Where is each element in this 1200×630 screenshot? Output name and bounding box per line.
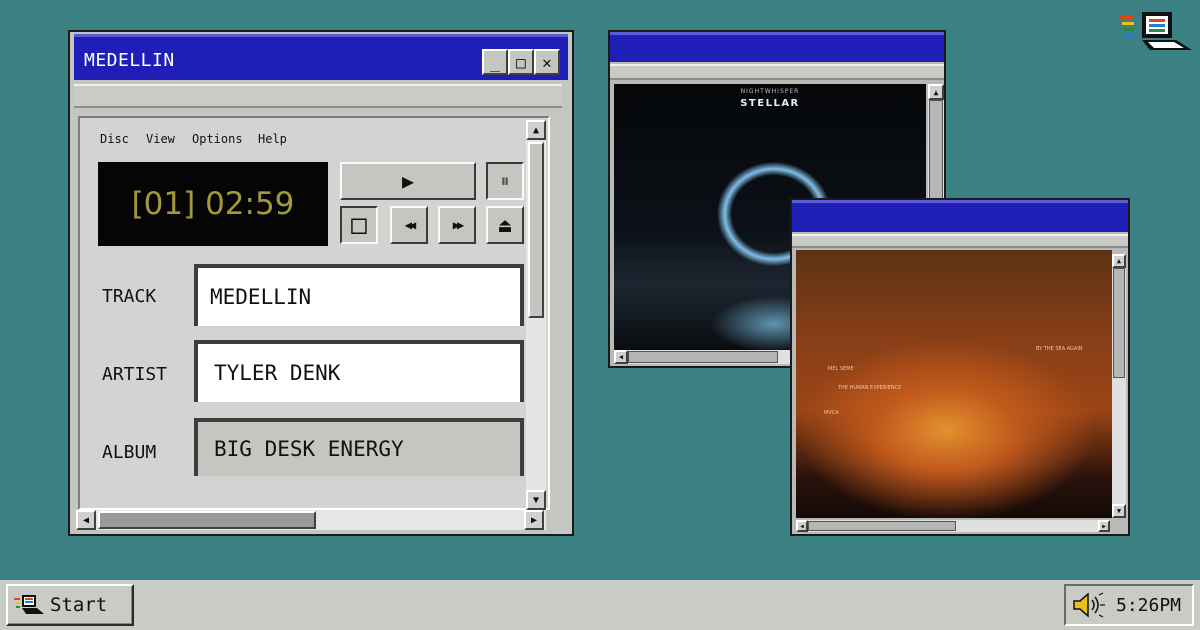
album-art-window-sunset[interactable]: BY THE SEA AGAIN MEL SEME THE HUMAN EXPE… xyxy=(790,198,1130,536)
computer-icon xyxy=(14,594,44,616)
scroll-up-icon: ▲ xyxy=(933,87,939,97)
vertical-scroll-thumb[interactable] xyxy=(528,142,544,318)
album-text-top-right: BY THE SEA AGAIN xyxy=(1036,346,1083,352)
scroll-left-icon: ◀ xyxy=(800,522,804,530)
track-field[interactable]: MEDELLIN xyxy=(194,264,524,326)
horizontal-scrollbar[interactable]: ◀ ▶ xyxy=(76,510,566,530)
scroll-down-icon: ▼ xyxy=(1116,507,1122,515)
window-title: MEDELLIN xyxy=(84,50,175,71)
scroll-down-button[interactable]: ▼ xyxy=(526,490,546,510)
scroll-up-icon: ▲ xyxy=(532,124,540,136)
scroll-up-icon: ▲ xyxy=(1116,257,1122,265)
scroll-up-button[interactable]: ▲ xyxy=(928,84,944,100)
vertical-scroll-thumb[interactable] xyxy=(929,100,943,210)
scroll-left-button[interactable]: ◀ xyxy=(796,520,808,532)
title-bar[interactable] xyxy=(792,200,1128,232)
album-value: BIG DESK ENERGY xyxy=(214,437,404,461)
vertical-scrollbar[interactable]: ▲ ▼ xyxy=(1112,254,1126,518)
maximize-button[interactable]: □ xyxy=(508,49,534,75)
horizontal-scrollbar[interactable]: ◀ ▶ xyxy=(796,520,1110,532)
vertical-scroll-thumb[interactable] xyxy=(1113,268,1125,378)
album-title-text: STELLAR xyxy=(740,98,800,109)
menu-view[interactable]: View xyxy=(146,132,175,146)
artist-field[interactable]: TYLER DENK xyxy=(194,340,524,402)
artist-label: ARTIST xyxy=(102,364,168,385)
album-label: ALBUM xyxy=(102,442,157,463)
title-bar[interactable] xyxy=(610,32,944,62)
horizontal-scroll-thumb[interactable] xyxy=(628,351,778,363)
pause-icon: ⏸ xyxy=(500,170,510,192)
toolbar-strip xyxy=(74,84,562,108)
scroll-right-button[interactable]: ▶ xyxy=(524,510,544,530)
horizontal-scroll-thumb[interactable] xyxy=(808,521,956,531)
scroll-corner xyxy=(546,510,566,530)
album-artist-text: NIGHTWHISPER xyxy=(740,88,800,95)
time-display-text: [01] 02:59 xyxy=(131,186,295,222)
start-label: Start xyxy=(50,594,108,616)
menu-options[interactable]: Options xyxy=(192,132,243,146)
player-content: Disc View Options Help [01] 02:59 ▶ ⏸ □ … xyxy=(78,116,550,510)
taskbar: Start 5:26PM xyxy=(0,580,1200,630)
menu-help[interactable]: Help xyxy=(258,132,287,146)
eject-icon: ⏏ xyxy=(498,213,512,237)
scroll-left-button[interactable]: ◀ xyxy=(614,350,628,364)
scroll-up-button[interactable]: ▲ xyxy=(1112,254,1126,268)
time-display: [01] 02:59 xyxy=(98,162,328,246)
speaker-icon[interactable] xyxy=(1072,591,1106,619)
toolbar-strip xyxy=(610,64,944,80)
play-button[interactable]: ▶ xyxy=(340,162,476,200)
artist-value: TYLER DENK xyxy=(214,361,341,385)
track-label: TRACK xyxy=(102,286,157,307)
album-text-line3: MVCA xyxy=(824,410,839,416)
scroll-right-icon: ▶ xyxy=(1102,522,1106,530)
play-icon: ▶ xyxy=(401,169,415,193)
scroll-right-button[interactable]: ▶ xyxy=(1098,520,1110,532)
album-text-line1: MEL SEME xyxy=(828,366,854,372)
maximize-icon: □ xyxy=(516,52,526,72)
track-value: MEDELLIN xyxy=(210,285,312,309)
close-button[interactable]: ✕ xyxy=(534,49,560,75)
minimize-icon: _ xyxy=(490,52,500,72)
rewind-icon: ◀◀ xyxy=(404,218,417,232)
album-text-line2: THE HUMAN EXPERIENCE xyxy=(838,385,902,391)
album-field[interactable]: BIG DESK ENERGY xyxy=(194,418,524,476)
rewind-button[interactable]: ◀◀ xyxy=(390,206,428,244)
scroll-up-button[interactable]: ▲ xyxy=(526,120,546,140)
vertical-scrollbar[interactable]: ▲ ▼ xyxy=(526,120,546,510)
scroll-right-icon: ▶ xyxy=(530,514,538,526)
horizontal-scroll-thumb[interactable] xyxy=(98,511,316,529)
cd-player-window[interactable]: MEDELLIN _ □ ✕ Disc View Options Help [0… xyxy=(68,30,574,536)
scroll-left-icon: ◀ xyxy=(82,514,90,526)
eject-button[interactable]: ⏏ xyxy=(486,206,524,244)
start-button[interactable]: Start xyxy=(6,584,134,626)
scroll-left-button[interactable]: ◀ xyxy=(76,510,96,530)
scroll-down-icon: ▼ xyxy=(532,494,540,506)
clock[interactable]: 5:26PM xyxy=(1116,595,1181,616)
desktop-computer-icon[interactable] xyxy=(1120,10,1192,52)
scroll-down-button[interactable]: ▼ xyxy=(1112,504,1126,518)
close-icon: ✕ xyxy=(542,52,552,72)
scroll-left-icon: ◀ xyxy=(618,353,624,361)
system-tray: 5:26PM xyxy=(1064,584,1194,626)
minimize-button[interactable]: _ xyxy=(482,49,508,75)
stop-icon: □ xyxy=(351,210,367,240)
stop-button[interactable]: □ xyxy=(340,206,378,244)
fast-forward-button[interactable]: ▶▶ xyxy=(438,206,476,244)
title-bar[interactable]: MEDELLIN _ □ ✕ xyxy=(74,34,568,80)
pause-button[interactable]: ⏸ xyxy=(486,162,524,200)
menu-disc[interactable]: Disc xyxy=(100,132,129,146)
toolbar-strip xyxy=(792,234,1128,248)
fast-forward-icon: ▶▶ xyxy=(452,218,465,232)
album-cover-sunset: BY THE SEA AGAIN MEL SEME THE HUMAN EXPE… xyxy=(796,250,1112,518)
